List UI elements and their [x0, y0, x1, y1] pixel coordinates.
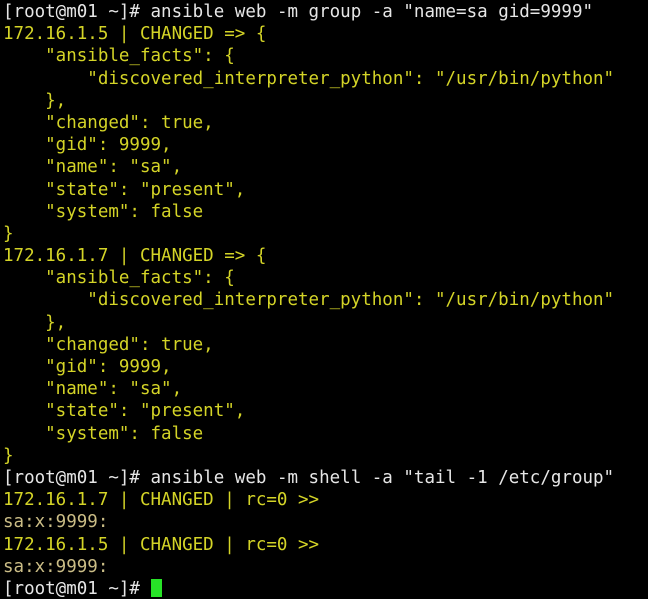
- terminal-line: "state": "present",: [3, 400, 648, 422]
- terminal-line: "discovered_interpreter_python": "/usr/b…: [3, 289, 648, 311]
- terminal-line: 172.16.1.7 | CHANGED => {: [3, 245, 648, 267]
- ansible-host-status: 172.16.1.7 | CHANGED | rc=0 >>: [3, 490, 320, 511]
- json-output-line: "changed": true,: [3, 112, 214, 133]
- terminal-line: 172.16.1.5 | CHANGED => {: [3, 23, 648, 45]
- terminal-line: "discovered_interpreter_python": "/usr/b…: [3, 68, 648, 90]
- text-cursor: [150, 578, 162, 597]
- terminal-line: }: [3, 445, 648, 467]
- terminal-line: "name": "sa",: [3, 156, 648, 178]
- terminal-line: "ansible_facts": {: [3, 45, 648, 67]
- terminal-line: [root@m01 ~]# ansible web -m group -a "n…: [3, 1, 648, 23]
- ansible-host-status: 172.16.1.7 | CHANGED => {: [3, 246, 267, 267]
- shell-prompt: [root@m01 ~]#: [3, 578, 151, 599]
- terminal-line: sa:x:9999:: [3, 556, 648, 578]
- terminal-line: sa:x:9999:: [3, 511, 648, 533]
- ansible-host-status: 172.16.1.5 | CHANGED | rc=0 >>: [3, 534, 320, 555]
- json-output-line: },: [3, 90, 67, 111]
- json-output-line: "state": "present",: [3, 179, 246, 200]
- terminal-line: 172.16.1.7 | CHANGED | rc=0 >>: [3, 489, 648, 511]
- json-output-line: "gid": 9999,: [3, 135, 172, 156]
- terminal-line: [root@m01 ~]#: [3, 578, 648, 599]
- terminal-line: "gid": 9999,: [3, 134, 648, 156]
- json-output-line: "ansible_facts": {: [3, 268, 235, 289]
- json-output-line: "changed": true,: [3, 334, 214, 355]
- json-output-line: }: [3, 445, 14, 466]
- json-output-line: },: [3, 312, 67, 333]
- terminal-line: "ansible_facts": {: [3, 267, 648, 289]
- json-output-line: }: [3, 223, 14, 244]
- terminal-screen[interactable]: [root@m01 ~]# ansible web -m group -a "n…: [3, 1, 648, 599]
- stdout-output-line: sa:x:9999:: [3, 556, 109, 577]
- shell-command: ansible web -m shell -a "tail -1 /etc/gr…: [150, 467, 615, 488]
- terminal-line: [root@m01 ~]# ansible web -m shell -a "t…: [3, 467, 648, 489]
- shell-prompt: [root@m01 ~]#: [3, 467, 151, 488]
- terminal-line: "name": "sa",: [3, 378, 648, 400]
- terminal-line: "changed": true,: [3, 334, 648, 356]
- terminal-line: },: [3, 90, 648, 112]
- json-output-line: "name": "sa",: [3, 379, 183, 400]
- json-output-line: "discovered_interpreter_python": "/usr/b…: [3, 68, 615, 89]
- terminal-line: }: [3, 223, 648, 245]
- json-output-line: "state": "present",: [3, 401, 246, 422]
- stdout-output-line: sa:x:9999:: [3, 512, 109, 533]
- shell-prompt: [root@m01 ~]#: [3, 2, 151, 22]
- json-output-line: "discovered_interpreter_python": "/usr/b…: [3, 290, 615, 311]
- terminal-line: 172.16.1.5 | CHANGED | rc=0 >>: [3, 534, 648, 556]
- terminal-line: "gid": 9999,: [3, 356, 648, 378]
- json-output-line: "system": false: [3, 423, 204, 444]
- terminal-window[interactable]: [root@m01 ~]# ansible web -m group -a "n…: [0, 0, 648, 599]
- json-output-line: "ansible_facts": {: [3, 46, 235, 67]
- json-output-line: "gid": 9999,: [3, 357, 172, 377]
- shell-command: ansible web -m group -a "name=sa gid=999…: [150, 2, 594, 22]
- json-output-line: "name": "sa",: [3, 157, 183, 178]
- terminal-line: "changed": true,: [3, 112, 648, 134]
- terminal-line: "system": false: [3, 201, 648, 223]
- terminal-line: },: [3, 312, 648, 334]
- ansible-host-status: 172.16.1.5 | CHANGED => {: [3, 24, 267, 45]
- json-output-line: "system": false: [3, 201, 204, 222]
- terminal-line: "system": false: [3, 423, 648, 445]
- terminal-line: "state": "present",: [3, 179, 648, 201]
